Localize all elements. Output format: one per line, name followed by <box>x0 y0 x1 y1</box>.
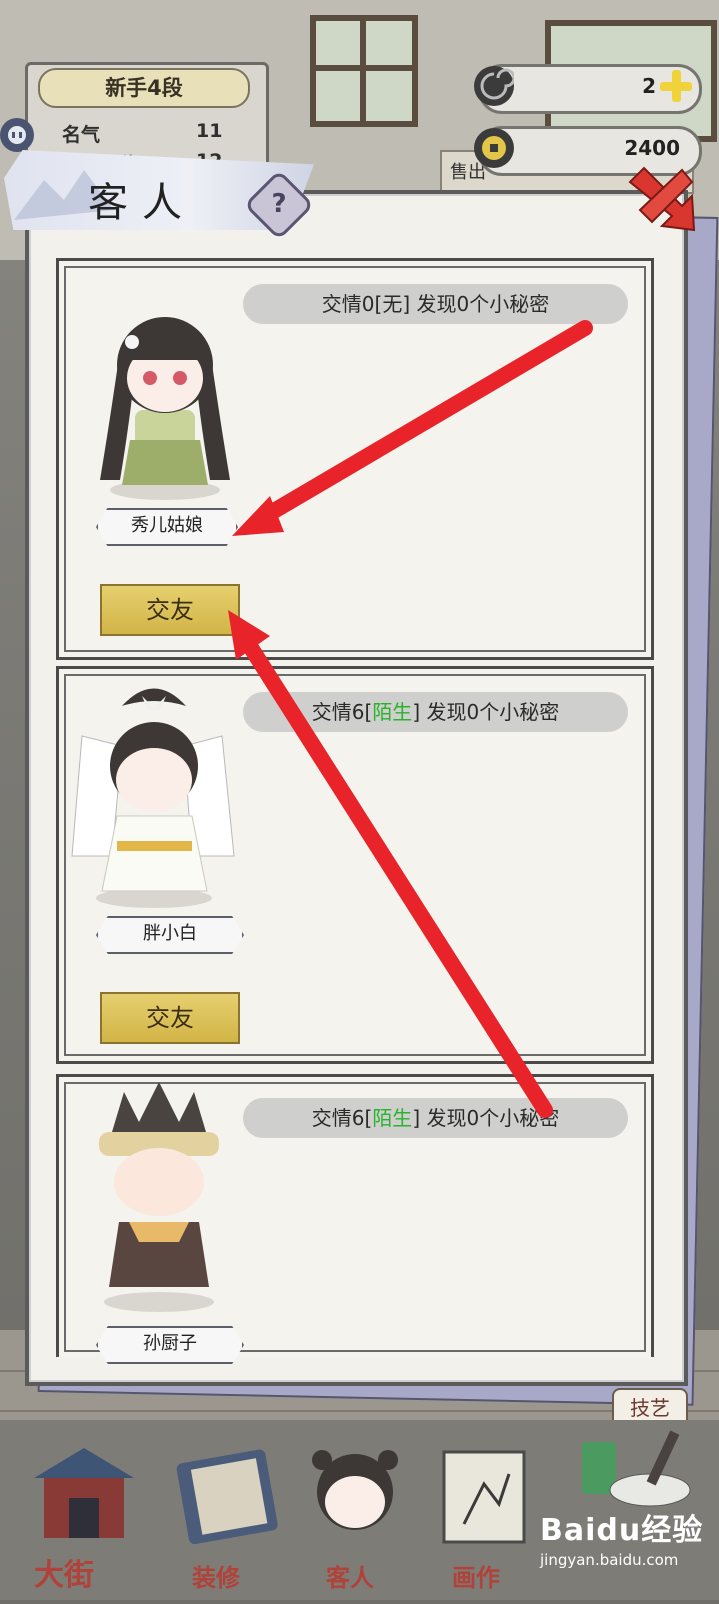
painting-scroll-icon <box>442 1450 526 1544</box>
guest-name-tag: 孙厨子 <box>96 1326 244 1364</box>
guest-portrait <box>80 280 250 510</box>
nav-label: 装修 <box>192 1563 240 1592</box>
coin-count: 2400 <box>624 136 680 160</box>
add-token-button[interactable] <box>656 66 696 106</box>
relation-level: 陌生 <box>372 700 413 724</box>
relation-level: 无 <box>382 292 403 316</box>
relation-status: 交情6[陌生] 发现0个小秘密 <box>243 1098 628 1138</box>
watermark-url: jingyan.baidu.com <box>540 1551 679 1569</box>
nav-label: 大街 <box>34 1558 94 1593</box>
guest-portrait <box>62 676 242 912</box>
rank-title: 新手4段 <box>38 68 250 108</box>
befriend-button[interactable]: 交友 <box>100 584 240 636</box>
guest-portrait <box>84 1082 234 1314</box>
coin-icon <box>474 128 514 168</box>
guest-name-tag: 胖小白 <box>96 916 244 954</box>
nav-item-guests[interactable]: 客人 <box>300 1440 410 1600</box>
chat-bubble-icon[interactable] <box>0 118 34 152</box>
nav-item-decor[interactable]: 装修 <box>166 1446 286 1600</box>
close-x-icon[interactable] <box>622 160 696 238</box>
street-gate-icon <box>34 1448 134 1538</box>
fame-label: 名气 <box>62 124 101 146</box>
guest-name-tag: 秀儿姑娘 <box>96 508 238 546</box>
relation-status: 交情0[无] 发现0个小秘密 <box>243 284 628 324</box>
relation-level: 陌生 <box>372 1106 413 1130</box>
nav-item-paintings[interactable]: 画作 <box>424 1444 544 1600</box>
decor-book-icon <box>176 1449 278 1545</box>
fame-value: 11 <box>196 120 223 142</box>
befriend-button[interactable]: 交友 <box>100 992 240 1044</box>
help-icon: ? <box>271 189 287 219</box>
nav-label: 画作 <box>452 1563 500 1592</box>
guest-avatar-icon <box>312 1450 398 1530</box>
token-count: 2 <box>642 74 656 98</box>
modal-title: 客人 <box>88 180 196 226</box>
watermark: Baidu经验 jingyan.baidu.com <box>540 1505 703 1569</box>
nav-item-street[interactable]: 大街 <box>24 1438 144 1600</box>
nav-label: 客人 <box>326 1563 374 1592</box>
window-left <box>310 15 418 127</box>
swirl-token-icon <box>474 66 516 106</box>
relation-status: 交情6[陌生] 发现0个小秘密 <box>243 692 628 732</box>
watermark-brand: Baidu经验 <box>540 1513 704 1548</box>
